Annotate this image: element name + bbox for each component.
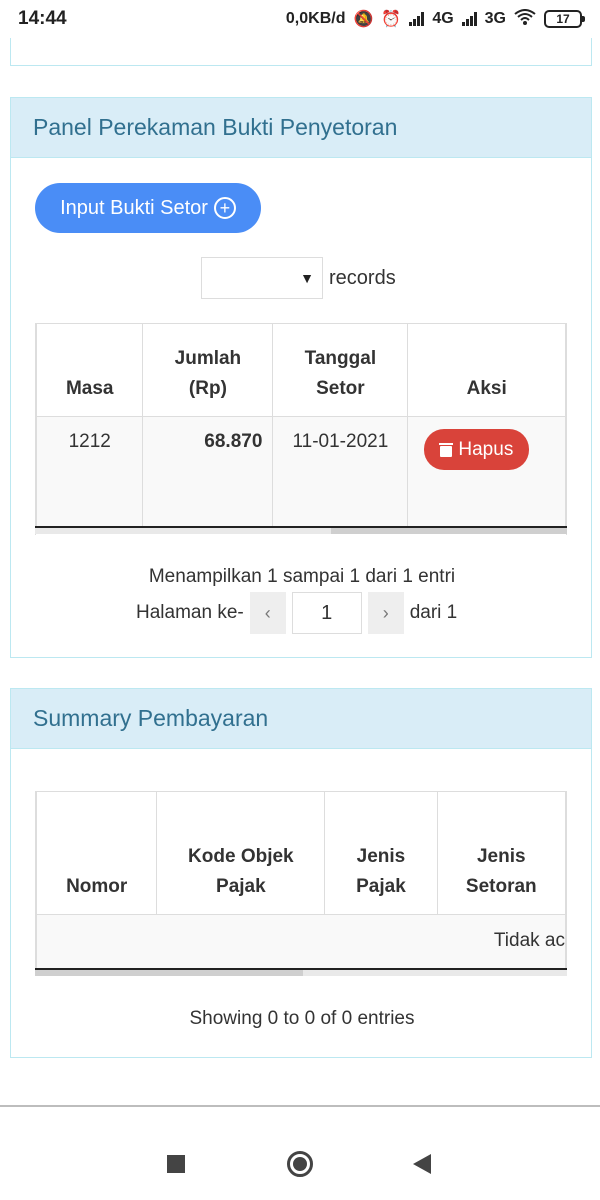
android-navigation-bar (0, 1128, 600, 1200)
cell-tanggal: 11-01-2021 (272, 416, 409, 527)
plus-circle-icon: + (213, 197, 236, 219)
panel-rekam-title: Panel Perekaman Bukti Penyetoran (11, 98, 591, 158)
cell-tanggal-value: 11-01-2021 (292, 431, 389, 452)
cell-aksi: Hapus (407, 416, 566, 527)
panel-summary-title: Summary Pembayaran (11, 689, 591, 749)
battery-level: 17 (556, 12, 570, 26)
col-header-tanggal[interactable]: Tanggal Setor (272, 323, 409, 417)
trash-icon (439, 442, 454, 457)
pager-prefix: Halaman ke- (136, 602, 244, 623)
dropdown-caret-icon: ▼ (300, 270, 314, 286)
mute-bell-icon: 🔕 (353, 11, 374, 28)
records-select[interactable]: ▼ (201, 257, 323, 299)
pagination: Halaman ke- ‹ 1 › dari 1 (136, 592, 457, 634)
net-type-1: 4G (432, 10, 454, 27)
table-horizontal-scrollbar[interactable] (35, 526, 567, 534)
square-icon (167, 1155, 185, 1173)
net-type-2: 3G (484, 10, 506, 27)
scrollbar-thumb[interactable] (331, 528, 567, 534)
summary-table-container[interactable]: Nomor Kode Objek Pajak Jenis Pajak Jenis… (35, 791, 567, 969)
bukti-setor-table-container[interactable]: Masa Jumlah (Rp) Tanggal Setor Aksi 1212… (35, 323, 567, 535)
col-header-jumlah[interactable]: Jumlah (Rp) (142, 323, 274, 417)
bukti-setor-table: Masa Jumlah (Rp) Tanggal Setor Aksi 1212… (36, 323, 566, 527)
status-bar: 14:44 0,0KB/d 🔕 ⏰ 4G 3G 17 (0, 0, 600, 38)
net-speed: 0,0KB/d (285, 10, 346, 27)
panel-rekam-bukti: Panel Perekaman Bukti Penyetoran Input B… (10, 97, 592, 658)
input-bukti-setor-button[interactable]: Input Bukti Setor + (35, 183, 261, 233)
col-header-jenis-pajak[interactable]: Jenis Pajak (324, 791, 438, 915)
status-icons: 0,0KB/d 🔕 ⏰ 4G 3G 17 (285, 8, 585, 30)
table-header-row: Masa Jumlah (Rp) Tanggal Setor Aksi (36, 323, 566, 417)
alarm-icon: ⏰ (381, 11, 402, 28)
next-page-button[interactable]: › (367, 592, 404, 634)
cell-masa: 1212 (36, 416, 144, 527)
col-header-nomor[interactable]: Nomor (36, 791, 158, 915)
page-footer-divider (0, 1105, 600, 1107)
cell-jumlah: 68.870 (142, 416, 274, 527)
wifi-icon (514, 8, 536, 30)
hapus-label: Hapus (458, 438, 514, 460)
col-header-aksi[interactable]: Aksi (407, 323, 566, 417)
home-button[interactable] (280, 1148, 320, 1180)
records-label: records (329, 266, 396, 289)
table-info: Menampilkan 1 sampai 1 dari 1 entri (148, 566, 456, 587)
previous-panel-edge (10, 38, 592, 66)
col-header-jenis-setoran[interactable]: Jenis Setoran (436, 791, 566, 915)
signal-icon-2 (461, 12, 477, 26)
col-header-kode-objek-pajak[interactable]: Kode Objek Pajak (156, 791, 326, 915)
summary-table-info: Showing 0 to 0 of 0 entries (189, 1008, 415, 1029)
back-triangle-icon (413, 1154, 431, 1174)
scrollbar-thumb[interactable] (35, 970, 303, 976)
table-row: 1212 68.870 11-01-2021 Hapus (36, 416, 566, 527)
status-time: 14:44 (18, 8, 67, 29)
recent-apps-button[interactable] (156, 1148, 196, 1180)
panel-summary-pembayaran: Summary Pembayaran Nomor Kode Objek Paja… (10, 688, 592, 1058)
hapus-button[interactable]: Hapus (424, 429, 530, 470)
summary-horizontal-scrollbar[interactable] (35, 968, 567, 976)
chevron-left-icon: ‹ (264, 602, 271, 623)
col-header-masa[interactable]: Masa (36, 323, 144, 417)
empty-table-message: Tidak ac (36, 914, 566, 969)
records-length-control: ▼ records (201, 257, 396, 299)
page-number-input[interactable]: 1 (291, 592, 362, 634)
input-bukti-setor-label: Input Bukti Setor (60, 196, 208, 219)
home-circle-icon (287, 1151, 313, 1177)
signal-icon (409, 12, 425, 26)
table-header-row: Nomor Kode Objek Pajak Jenis Pajak Jenis… (36, 791, 566, 915)
battery-icon: 17 (544, 10, 585, 28)
chevron-right-icon: › (382, 602, 389, 623)
table-row: Tidak ac (36, 914, 566, 969)
pager-suffix: dari 1 (409, 602, 458, 623)
prev-page-button[interactable]: ‹ (249, 592, 286, 634)
back-button[interactable] (402, 1148, 442, 1180)
summary-table: Nomor Kode Objek Pajak Jenis Pajak Jenis… (36, 791, 566, 969)
